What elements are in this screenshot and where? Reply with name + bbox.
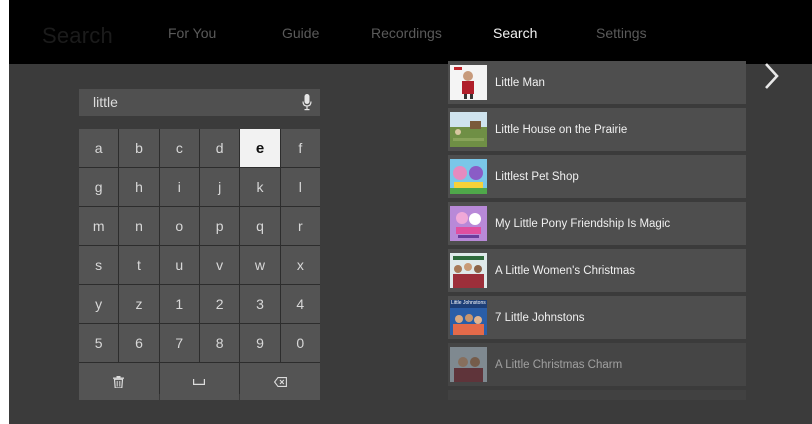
result-title: A Little Women's Christmas [495, 264, 636, 277]
key-b[interactable]: b [119, 129, 159, 167]
key-v[interactable]: v [199, 246, 240, 284]
backspace-key[interactable] [240, 363, 320, 400]
key-t[interactable]: t [119, 246, 159, 284]
key-u[interactable]: u [159, 246, 199, 284]
key-m[interactable]: m [79, 207, 119, 245]
poster-thumbnail [450, 206, 487, 241]
tab-for-you[interactable]: For You [168, 25, 216, 41]
poster-thumbnail [450, 65, 487, 100]
poster-thumbnail [450, 159, 487, 194]
tv-screen: Search For You Guide Recordings Search S… [9, 0, 812, 424]
key-z[interactable]: z [119, 285, 159, 323]
tab-recordings[interactable]: Recordings [371, 25, 442, 41]
search-query-text: little [93, 94, 118, 110]
key-e[interactable]: e [240, 129, 280, 167]
chevron-right-icon[interactable] [763, 62, 781, 90]
key-d[interactable]: d [199, 129, 240, 167]
key-3[interactable]: 3 [240, 285, 280, 323]
key-a[interactable]: a [79, 129, 119, 167]
key-0[interactable]: 0 [280, 324, 320, 362]
key-n[interactable]: n [119, 207, 159, 245]
top-navigation: Search For You Guide Recordings Search S… [9, 0, 812, 64]
tab-settings[interactable]: Settings [596, 25, 647, 41]
key-p[interactable]: p [199, 207, 240, 245]
result-item[interactable]: Little Man [448, 61, 746, 104]
key-o[interactable]: o [159, 207, 199, 245]
result-item[interactable]: Little House on the Prairie [448, 108, 746, 151]
microphone-icon[interactable] [302, 94, 312, 111]
key-k[interactable]: k [240, 168, 280, 206]
result-title: My Little Pony Friendship Is Magic [495, 217, 671, 230]
tab-guide[interactable]: Guide [282, 25, 319, 41]
result-item[interactable]: A Little Christmas Charm [448, 343, 746, 386]
key-w[interactable]: w [240, 246, 280, 284]
key-l[interactable]: l [280, 168, 320, 206]
result-title: 7 Little Johnstons [495, 311, 585, 324]
key-g[interactable]: g [79, 168, 119, 206]
result-item[interactable]: My Little Pony Friendship Is Magic [448, 202, 746, 245]
key-8[interactable]: 8 [199, 324, 240, 362]
key-9[interactable]: 9 [240, 324, 280, 362]
result-title: Littlest Pet Shop [495, 170, 579, 183]
poster-thumbnail [450, 347, 487, 382]
tab-search[interactable]: Search [493, 25, 537, 41]
key-x[interactable]: x [280, 246, 320, 284]
result-title: Little Man [495, 76, 545, 89]
result-title: Little House on the Prairie [495, 123, 628, 136]
result-item[interactable]: Little Johnstons 7 Little Johnstons [448, 296, 746, 339]
key-j[interactable]: j [199, 168, 240, 206]
key-6[interactable]: 6 [119, 324, 159, 362]
result-title: A Little Christmas Charm [495, 358, 623, 371]
poster-thumbnail: Little Johnstons [450, 300, 487, 335]
on-screen-keyboard: a b c d e f g h i j k l m n o p q r s t … [79, 129, 320, 400]
trash-icon [113, 375, 125, 388]
thumbnail-caption: Little Johnstons [451, 300, 486, 306]
key-5[interactable]: 5 [79, 324, 119, 362]
key-q[interactable]: q [240, 207, 280, 245]
poster-thumbnail [450, 112, 487, 147]
space-key[interactable] [159, 363, 240, 400]
result-item-partial [448, 390, 746, 400]
key-s[interactable]: s [79, 246, 119, 284]
backspace-icon [273, 376, 287, 387]
key-4[interactable]: 4 [280, 285, 320, 323]
page-title: Search [42, 23, 113, 48]
space-bar-icon [193, 378, 206, 385]
poster-thumbnail [450, 253, 487, 288]
key-i[interactable]: i [159, 168, 199, 206]
result-item[interactable]: A Little Women's Christmas [448, 249, 746, 292]
key-2[interactable]: 2 [199, 285, 240, 323]
key-1[interactable]: 1 [159, 285, 199, 323]
key-h[interactable]: h [119, 168, 159, 206]
key-7[interactable]: 7 [159, 324, 199, 362]
key-y[interactable]: y [79, 285, 119, 323]
result-item[interactable]: Littlest Pet Shop [448, 155, 746, 198]
key-r[interactable]: r [280, 207, 320, 245]
key-c[interactable]: c [159, 129, 199, 167]
search-input[interactable]: little [79, 89, 320, 116]
delete-all-key[interactable] [79, 363, 159, 400]
key-f[interactable]: f [280, 129, 320, 167]
